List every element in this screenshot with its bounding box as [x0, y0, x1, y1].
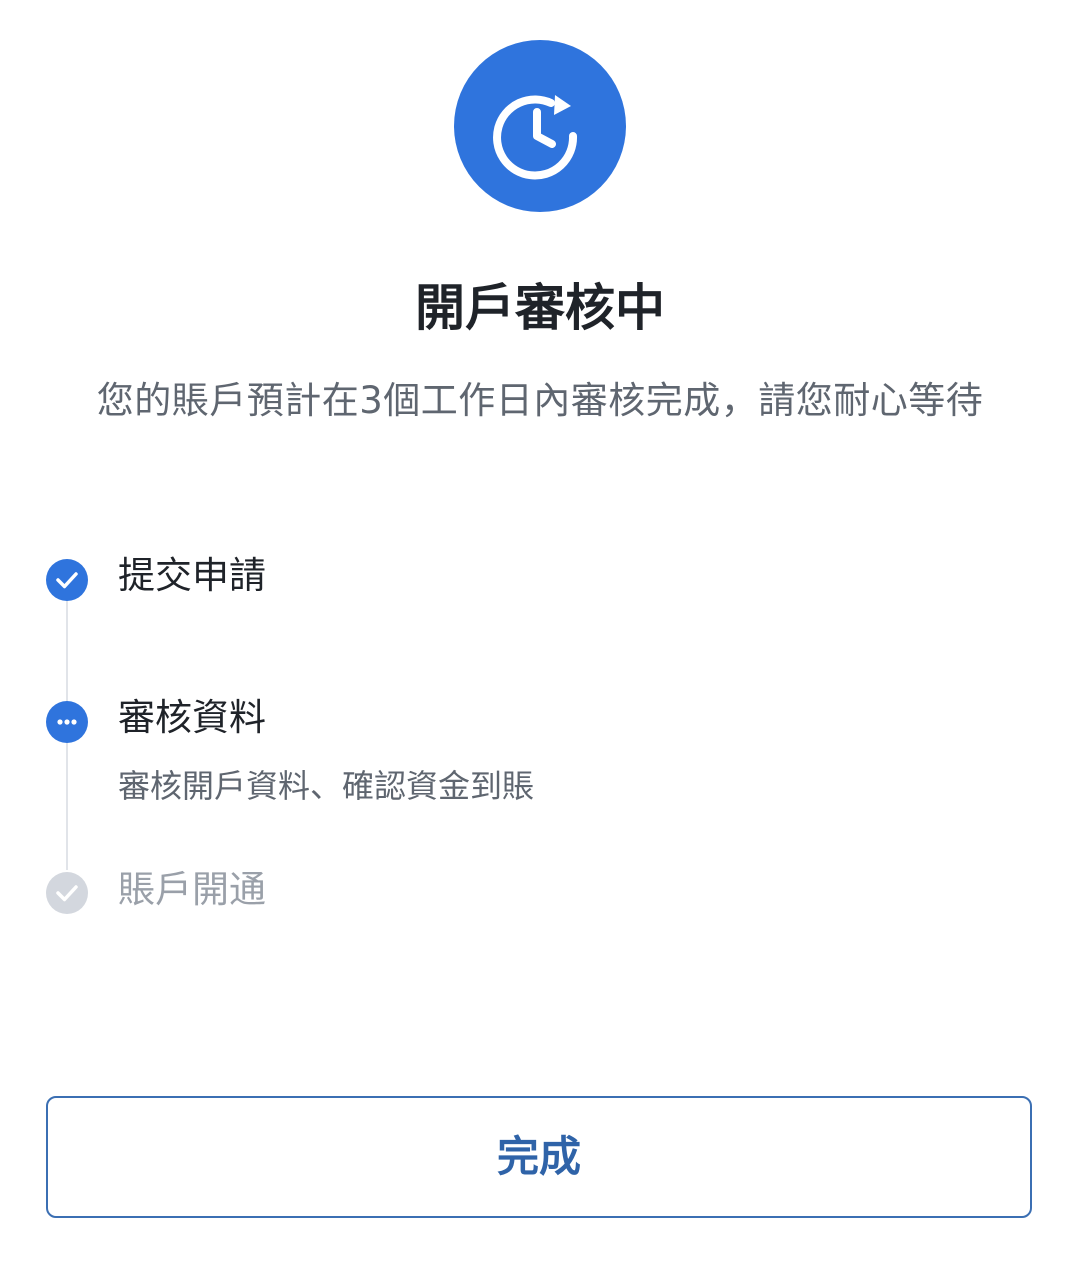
done-button[interactable]: 完成 — [46, 1096, 1032, 1218]
step-label-review: 審核資料 — [118, 696, 266, 739]
status-description: 您的賬戶預計在3個工作日內審核完成，請您耐心等待 — [96, 379, 984, 422]
step-description-review: 審核開戶資料、確認資金到賬 — [118, 767, 535, 805]
step-done-check-icon — [46, 559, 88, 601]
step-label-submit: 提交申請 — [118, 554, 266, 597]
step-label-activate: 賬戶開通 — [118, 868, 266, 911]
step-pending-check-icon — [46, 872, 88, 914]
clock-refresh-icon — [454, 40, 626, 212]
page-title: 開戶審核中 — [415, 279, 665, 337]
more-dots-icon — [46, 701, 88, 743]
